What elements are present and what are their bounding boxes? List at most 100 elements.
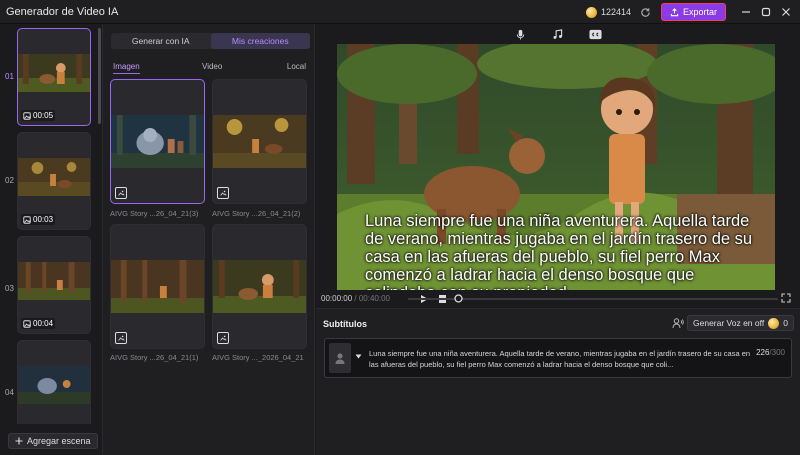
- media-image: [111, 260, 204, 313]
- media-item-label: AIVG Story ...26_04_21(2): [212, 209, 301, 218]
- scene-number: 03: [5, 284, 14, 293]
- voice-settings-icon[interactable]: [672, 317, 684, 329]
- voiceover-label: Generar Voz en off: [693, 318, 765, 328]
- scene-thumbnail[interactable]: 00:04: [17, 236, 91, 334]
- coin-icon: [585, 6, 597, 18]
- scene-item[interactable]: 03 00:04: [0, 232, 100, 334]
- tab-local[interactable]: Local: [287, 62, 306, 71]
- minimize-button[interactable]: [736, 0, 756, 24]
- close-button[interactable]: [776, 0, 796, 24]
- subtitles-title: Subtítulos: [323, 319, 367, 329]
- credits-value: 122414: [600, 7, 631, 17]
- export-icon: [670, 7, 679, 16]
- media-item[interactable]: [212, 224, 307, 349]
- captions-icon[interactable]: [588, 29, 602, 40]
- minimize-icon: [742, 11, 750, 13]
- tab-my-creations[interactable]: Mis creaciones: [210, 33, 310, 49]
- scene-thumbnail[interactable]: [17, 340, 91, 424]
- image-icon: [115, 187, 127, 199]
- subtitle-text[interactable]: Luna siempre fue una niña aventurera. Aq…: [369, 348, 751, 370]
- tab-video[interactable]: Video: [202, 62, 222, 71]
- credits-display: 122414: [585, 6, 631, 18]
- microphone-icon[interactable]: [515, 29, 526, 40]
- music-icon[interactable]: [552, 28, 563, 40]
- character-count-max: /300: [769, 348, 785, 357]
- voiceover-cost: 0: [783, 318, 788, 328]
- preview-panel: Luna siempre fue una niña aventurera. Aq…: [316, 24, 800, 308]
- scene-scrollbar[interactable]: [98, 28, 101, 124]
- scene-item[interactable]: 02 00:03: [0, 128, 100, 230]
- image-icon: [217, 187, 229, 199]
- title-bar-actions: 122414 Exportar: [585, 0, 800, 24]
- media-image: [111, 115, 204, 168]
- add-scene-button[interactable]: Agregar escena: [8, 433, 98, 449]
- subtitles-panel: Subtítulos Generar Voz en off 0 Luna sie…: [316, 308, 800, 455]
- source-toggle: Generar con IA Mis creaciones: [111, 33, 310, 49]
- scene-panel: 01 00:05 02 00:03 03 00:04 04 Agregar es…: [0, 24, 103, 455]
- time-display: 00:00:00 / 00:40:00: [321, 294, 390, 303]
- app-title: Generador de Video IA: [6, 5, 119, 18]
- timeline-track[interactable]: [408, 298, 778, 300]
- scene-image: [18, 54, 90, 92]
- scene-image: [18, 158, 90, 196]
- chevron-down-icon[interactable]: [355, 354, 362, 359]
- scene-item[interactable]: 04: [0, 336, 100, 424]
- caption-overlay: Luna siempre fue una niña aventurera. Aq…: [365, 212, 753, 290]
- scene-item[interactable]: 01 00:05: [0, 24, 100, 126]
- video-preview[interactable]: Luna siempre fue una niña aventurera. Aq…: [337, 44, 775, 290]
- media-item[interactable]: [110, 224, 205, 349]
- current-time: 00:00:00: [321, 294, 353, 303]
- add-scene-label: Agregar escena: [27, 436, 91, 446]
- playhead-icon[interactable]: [454, 294, 463, 303]
- total-time: 00:40:00: [358, 294, 390, 303]
- image-icon: [217, 332, 229, 344]
- media-item-label: AIVG Story ..._2026_04_21: [212, 353, 304, 362]
- duration-text: 00:04: [33, 319, 54, 328]
- person-icon: [335, 353, 345, 364]
- media-panel: Generar con IA Mis creaciones Imagen Vid…: [103, 24, 315, 455]
- scene-thumbnail[interactable]: 00:05: [17, 28, 91, 126]
- duration-badge: 00:03: [21, 214, 56, 225]
- media-item-label: AIVG Story ...26_04_21(3): [110, 209, 199, 218]
- title-bar: Generador de Video IA 122414 Exportar: [0, 0, 800, 24]
- playback-controls: 00:00:00 / 00:40:00: [316, 290, 800, 308]
- image-icon: [115, 332, 127, 344]
- scene-list: 01 00:05 02 00:03 03 00:04 04: [0, 24, 100, 424]
- maximize-button[interactable]: [756, 0, 776, 24]
- scene-number: 01: [5, 72, 14, 81]
- media-image: [213, 115, 306, 168]
- media-item-label: AIVG Story ...26_04_21(1): [110, 353, 199, 362]
- app-window: Generador de Video IA 122414 Exportar 01…: [0, 0, 800, 455]
- image-icon: [23, 111, 31, 120]
- scene-thumbnail[interactable]: 00:03: [17, 132, 91, 230]
- export-label: Exportar: [682, 7, 717, 17]
- scene-image: [18, 366, 90, 404]
- scene-number: 02: [5, 176, 14, 185]
- duration-badge: 00:04: [21, 318, 56, 329]
- coin-icon: [768, 317, 780, 329]
- duration-text: 00:03: [33, 215, 54, 224]
- image-icon: [23, 319, 31, 328]
- voice-avatar[interactable]: [329, 343, 351, 373]
- media-item[interactable]: [212, 79, 307, 204]
- duration-badge: 00:05: [21, 110, 56, 121]
- generate-voiceover-button[interactable]: Generar Voz en off 0: [687, 315, 794, 331]
- media-image: [213, 260, 306, 313]
- duration-text: 00:05: [33, 111, 54, 120]
- scene-image: [18, 262, 90, 300]
- close-icon: [782, 8, 790, 16]
- subtitle-entry[interactable]: Luna siempre fue una niña aventurera. Aq…: [324, 338, 792, 378]
- tab-generate-ai[interactable]: Generar con IA: [111, 33, 211, 49]
- media-item[interactable]: [110, 79, 205, 204]
- image-icon: [23, 215, 31, 224]
- media-type-tabs: Imagen Video Local: [113, 62, 306, 74]
- tab-image[interactable]: Imagen: [113, 62, 140, 74]
- plus-icon: [15, 437, 23, 445]
- refresh-icon[interactable]: [639, 5, 653, 19]
- scene-number: 04: [5, 388, 14, 397]
- maximize-icon: [761, 7, 771, 17]
- export-button[interactable]: Exportar: [660, 3, 726, 21]
- fullscreen-icon[interactable]: [781, 293, 791, 303]
- preview-toolbar: [316, 24, 800, 44]
- character-count-value: 226: [756, 348, 770, 357]
